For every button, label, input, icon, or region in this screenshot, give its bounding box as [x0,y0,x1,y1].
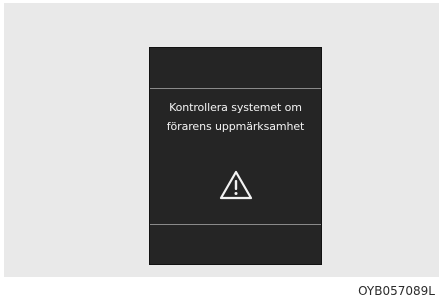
warning-message-line-2: förarens uppmärksamhet [166,120,305,133]
figure-code: OYB057089L [358,284,435,298]
warning-triangle-icon [219,170,253,200]
bottom-divider [150,224,321,225]
background-panel: Kontrollera systemet om förarens uppmärk… [4,3,439,277]
warning-message: Kontrollera systemet om förarens uppmärk… [150,98,321,136]
warning-message-line-1: Kontrollera systemet om [169,101,302,114]
cluster-display: Kontrollera systemet om förarens uppmärk… [149,47,322,265]
top-divider [150,88,321,89]
